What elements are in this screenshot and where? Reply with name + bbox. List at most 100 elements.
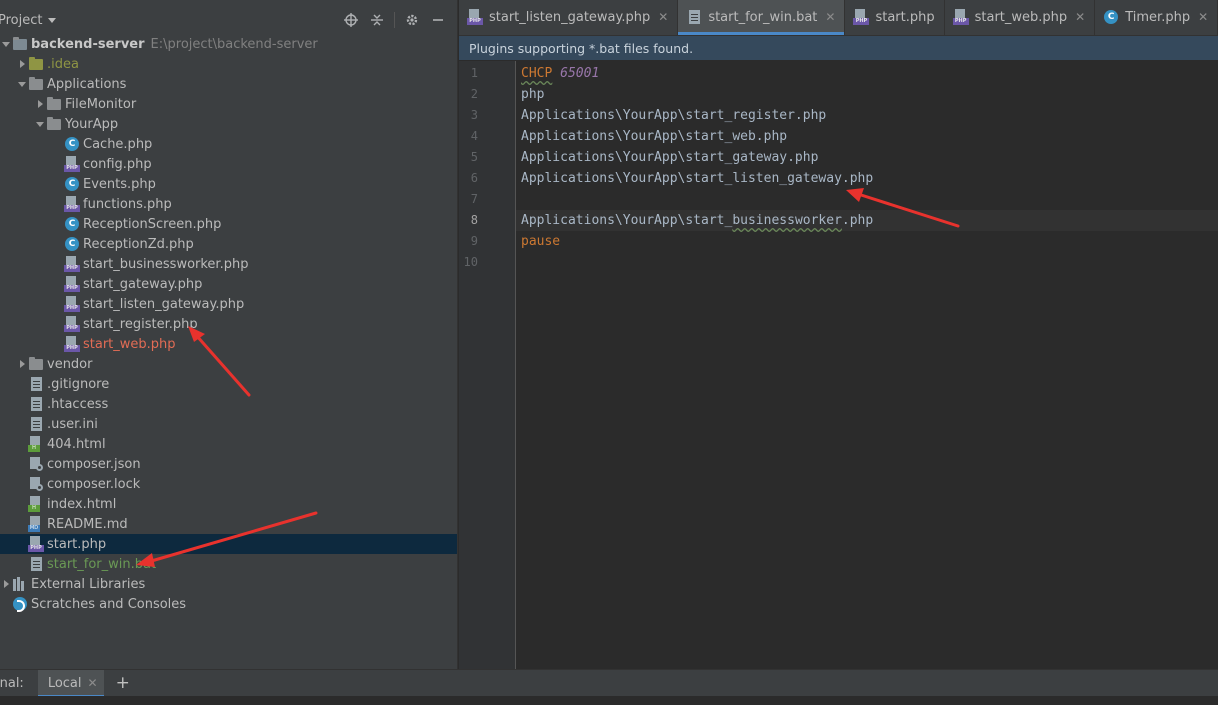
tree-item-config-php[interactable]: PHP config.php bbox=[0, 154, 457, 174]
chevron-down-icon[interactable] bbox=[16, 78, 28, 90]
code-editor[interactable]: CHCP 65001 php Applications\YourApp\start_… bbox=[516, 61, 1218, 669]
folder-icon bbox=[46, 116, 62, 132]
line-number: 5 bbox=[470, 150, 478, 164]
tree-item-label: ReceptionScreen.php bbox=[83, 216, 222, 232]
folder-icon bbox=[46, 96, 62, 112]
chevron-down-icon[interactable] bbox=[0, 38, 12, 50]
close-icon[interactable]: ✕ bbox=[825, 10, 835, 24]
tab-start-for-win-bat[interactable]: start_for_win.bat ✕ bbox=[678, 0, 846, 35]
code-line[interactable] bbox=[516, 189, 1218, 210]
tree-item-label: .user.ini bbox=[47, 416, 98, 432]
chevron-right-icon[interactable] bbox=[0, 578, 12, 590]
project-view-selector[interactable]: Project bbox=[0, 13, 42, 28]
tree-item-composer-json[interactable]: composer.json bbox=[0, 454, 457, 474]
chevron-right-icon[interactable] bbox=[16, 358, 28, 370]
code-token: pause bbox=[521, 234, 561, 249]
tree-item-applications[interactable]: Applications bbox=[0, 74, 457, 94]
chevron-right-icon[interactable] bbox=[34, 98, 46, 110]
minimize-icon[interactable] bbox=[425, 11, 451, 29]
close-icon[interactable]: ✕ bbox=[88, 676, 98, 690]
tree-item-composer-lock[interactable]: composer.lock bbox=[0, 474, 457, 494]
tree-item-label: start_for_win.bat bbox=[47, 556, 157, 572]
tree-item-idea[interactable]: .idea bbox=[0, 54, 457, 74]
tree-item-htaccess[interactable]: .htaccess bbox=[0, 394, 457, 414]
code-line[interactable]: Applications\YourApp\start_listen_gatewa… bbox=[516, 168, 1218, 189]
tree-item-vendor[interactable]: vendor bbox=[0, 354, 457, 374]
php-file-icon: PHP bbox=[64, 316, 80, 332]
line-number: 9 bbox=[470, 234, 478, 248]
tree-item-scratches-and-consoles[interactable]: Scratches and Consoles bbox=[0, 594, 457, 614]
php-file-icon: PHP bbox=[853, 9, 870, 25]
tree-item-start-for-win-bat[interactable]: start_for_win.bat bbox=[0, 554, 457, 574]
tree-item-label: config.php bbox=[83, 156, 152, 172]
folder-icon bbox=[28, 356, 44, 372]
tree-item-start-php[interactable]: PHP start.php bbox=[0, 534, 457, 554]
tree-item-backend-server[interactable]: backend-server E:\project\backend-server bbox=[0, 34, 457, 54]
code-line[interactable]: Applications\YourApp\start_gateway.php bbox=[516, 147, 1218, 168]
tree-item-start-register-php[interactable]: PHP start_register.php bbox=[0, 314, 457, 334]
tree-item-gitignore[interactable]: .gitignore bbox=[0, 374, 457, 394]
tree-item-index-html[interactable]: Hindex.html bbox=[0, 494, 457, 514]
tree-item-start-businessworker-php[interactable]: PHP start_businessworker.php bbox=[0, 254, 457, 274]
terminal-tab-label: Local bbox=[47, 675, 82, 691]
terminal-tab-local[interactable]: Local ✕ bbox=[37, 669, 104, 697]
json-file-icon bbox=[28, 456, 44, 472]
tab-label: start.php bbox=[875, 9, 935, 25]
gear-icon[interactable] bbox=[399, 11, 425, 29]
tree-item-label: start_web.php bbox=[83, 336, 176, 352]
tab-label: Timer.php bbox=[1125, 9, 1191, 25]
tree-item-label: start_gateway.php bbox=[83, 276, 203, 292]
tree-item-start-gateway-php[interactable]: PHP start_gateway.php bbox=[0, 274, 457, 294]
tree-item-start-listen-gateway-php[interactable]: PHP start_listen_gateway.php bbox=[0, 294, 457, 314]
php-file-icon: PHP bbox=[28, 536, 44, 552]
notification-text: Plugins supporting *.bat files found. bbox=[469, 40, 694, 56]
plugin-notification-bar[interactable]: Plugins supporting *.bat files found. bbox=[459, 36, 1218, 60]
terminal-tool-bar: inal: Local ✕ + bbox=[0, 669, 1218, 697]
tree-item-receptionscreen-php[interactable]: C ReceptionScreen.php bbox=[0, 214, 457, 234]
tree-item-functions-php[interactable]: PHP functions.php bbox=[0, 194, 457, 214]
code-line[interactable]: Applications\YourApp\start_web.php bbox=[516, 126, 1218, 147]
tree-item-filemonitor[interactable]: FileMonitor bbox=[0, 94, 457, 114]
tree-item-label: External Libraries bbox=[31, 576, 146, 592]
collapse-all-icon[interactable] bbox=[364, 11, 390, 29]
tree-item-user-ini[interactable]: .user.ini bbox=[0, 414, 457, 434]
code-line[interactable] bbox=[516, 252, 1218, 273]
code-line[interactable]: Applications\YourApp\start_register.php bbox=[516, 105, 1218, 126]
tree-item-events-php[interactable]: C Events.php bbox=[0, 174, 457, 194]
tab-timer-php[interactable]: C Timer.php ✕ bbox=[1095, 0, 1218, 35]
tree-item-label: Events.php bbox=[83, 176, 156, 192]
code-token: .php bbox=[841, 213, 874, 228]
new-terminal-icon[interactable]: + bbox=[116, 673, 130, 693]
code-line[interactable]: Applications\YourApp\start_businessworke… bbox=[516, 210, 1218, 231]
code-line[interactable]: CHCP 65001 bbox=[516, 63, 1218, 84]
close-icon[interactable]: ✕ bbox=[1075, 10, 1085, 24]
code-line[interactable]: pause bbox=[516, 231, 1218, 252]
tree-item-start-web-php[interactable]: PHP start_web.php bbox=[0, 334, 457, 354]
php-file-icon: PHP bbox=[467, 9, 483, 25]
line-number-gutter: 1 2 3 4 5 6 7 8 9 10 bbox=[459, 61, 516, 669]
tree-item-external-libraries[interactable]: External Libraries bbox=[0, 574, 457, 594]
tab-start-web-php[interactable]: PHP start_web.php ✕ bbox=[945, 0, 1096, 35]
tree-item-404-html[interactable]: H 404.html bbox=[0, 434, 457, 454]
locate-icon[interactable] bbox=[338, 11, 364, 29]
chevron-down-icon[interactable] bbox=[34, 118, 46, 130]
code-line[interactable]: php bbox=[516, 84, 1218, 105]
tree-item-receptionzd-php[interactable]: C ReceptionZd.php bbox=[0, 234, 457, 254]
close-icon[interactable]: ✕ bbox=[658, 10, 668, 24]
tree-item-readme-md[interactable]: MD README.md bbox=[0, 514, 457, 534]
json-file-icon bbox=[28, 476, 44, 492]
tree-item-yourapp[interactable]: YourApp bbox=[0, 114, 457, 134]
tab-start-php[interactable]: PHP start.php bbox=[845, 0, 945, 35]
chevron-down-icon[interactable] bbox=[48, 17, 57, 23]
html-file-icon: H bbox=[28, 436, 44, 452]
tree-item-cache-php[interactable]: C Cache.php bbox=[0, 134, 457, 154]
chevron-right-icon[interactable] bbox=[16, 58, 28, 70]
close-icon[interactable]: ✕ bbox=[1198, 10, 1208, 24]
code-token: businessworker bbox=[732, 213, 842, 228]
tab-start-listen-gateway-php[interactable]: PHP start_listen_gateway.php ✕ bbox=[459, 0, 679, 35]
